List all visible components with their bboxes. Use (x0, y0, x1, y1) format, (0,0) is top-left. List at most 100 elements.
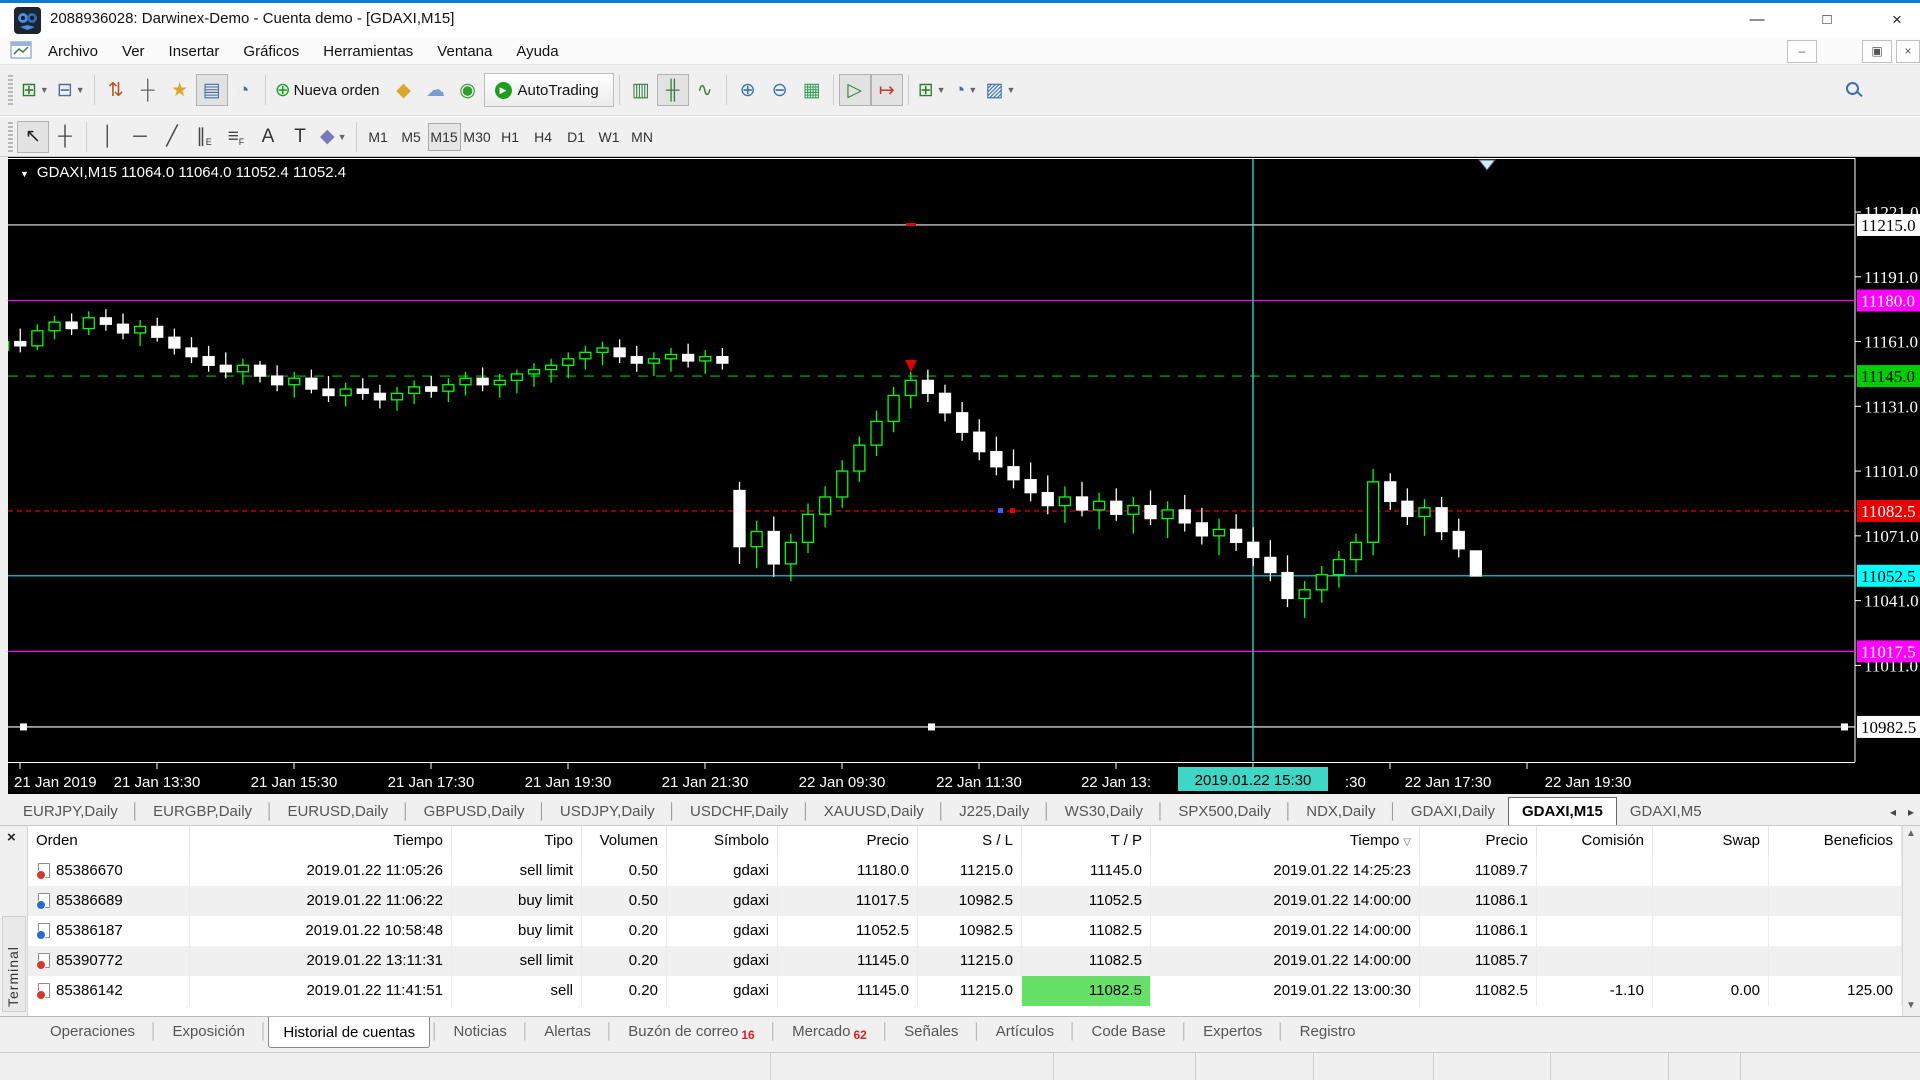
terminal-close-button[interactable]: × (7, 830, 23, 846)
column-header-tp[interactable]: T / P (1022, 826, 1151, 856)
market-watch-button[interactable]: ⇅ (100, 74, 132, 106)
navigator-button[interactable]: ★ (164, 74, 196, 106)
cursor-button[interactable]: ↖ (17, 121, 49, 153)
periods-button[interactable]: ◔▼ (950, 74, 982, 106)
line-chart-button[interactable]: ∿ (689, 74, 721, 106)
terminal-tab-buz-n-de-correo[interactable]: Buzón de correo16 (614, 1017, 768, 1048)
menu-ver[interactable]: Ver (110, 43, 157, 60)
window-maximize-button[interactable]: □ (1804, 3, 1850, 38)
menu-insertar[interactable]: Insertar (157, 43, 232, 60)
trendline-button[interactable]: ╱ (156, 121, 188, 153)
timeframe-h4-button[interactable]: H4 (527, 123, 560, 151)
column-header-time[interactable]: Tiempo (190, 826, 452, 856)
terminal-tab-registro[interactable]: Registro (1286, 1017, 1370, 1046)
chart-close-button[interactable]: × (1896, 40, 1920, 63)
new-order-button[interactable]: ⊕Nueva orden (271, 74, 388, 106)
menu-ayuda[interactable]: Ayuda (504, 43, 570, 60)
symbol-tab-eurgbp-daily[interactable]: EURGBP,Daily (140, 799, 265, 825)
text-label-button[interactable]: T (284, 121, 316, 153)
menu-gráficos[interactable]: Gráficos (231, 43, 311, 60)
candlestick-chart-button[interactable]: ╫ (657, 74, 689, 106)
autotrading-button[interactable]: ▶AutoTrading (484, 73, 614, 107)
terminal-tab-code-base[interactable]: Code Base (1078, 1017, 1180, 1046)
history-row-85386689[interactable]: 853866892019.01.22 11:06:22buy limit0.50… (28, 886, 1902, 916)
column-header-order[interactable]: Orden (28, 826, 190, 856)
menu-herramientas[interactable]: Herramientas (311, 43, 425, 60)
column-header-symbol[interactable]: Símbolo (667, 826, 778, 856)
symbol-tab-spx500-daily[interactable]: SPX500,Daily (1165, 799, 1284, 825)
column-header-time2[interactable]: Tiempo▽ (1151, 826, 1420, 856)
terminal-scrollbar[interactable] (1902, 826, 1920, 1016)
terminal-tab-se-ales[interactable]: Señales (890, 1017, 972, 1046)
chart-window[interactable]: 11221.011191.011161.011131.011101.011071… (0, 157, 1920, 794)
history-row-85386670[interactable]: 853866702019.01.22 11:05:26sell limit0.5… (28, 856, 1902, 886)
menu-archivo[interactable]: Archivo (36, 43, 110, 60)
symbol-tab-j225-daily[interactable]: J225,Daily (946, 799, 1042, 825)
column-header-profit[interactable]: Beneficios (1769, 826, 1902, 856)
column-header-type[interactable]: Tipo (452, 826, 582, 856)
zoom-in-button[interactable]: ⊕ (732, 74, 764, 106)
horizontal-line-button[interactable]: ─ (124, 121, 156, 153)
tabs-scroll-left-icon[interactable]: ◂ (1884, 801, 1902, 825)
timeframe-m1-button[interactable]: M1 (362, 123, 395, 151)
crosshair-button[interactable]: ┼ (49, 121, 81, 153)
symbol-tab-gdaxi-daily[interactable]: GDAXI,Daily (1398, 799, 1508, 825)
search-button[interactable] (1836, 72, 1868, 104)
vertical-line-button[interactable]: │ (92, 121, 124, 153)
terminal-button[interactable]: ▤ (196, 74, 228, 106)
strategy-tester-button[interactable]: ◔ (228, 74, 260, 106)
bar-chart-button[interactable]: ▥ (625, 74, 657, 106)
terminal-tab-expertos[interactable]: Expertos (1189, 1017, 1276, 1046)
symbol-tab-xauusd-daily[interactable]: XAUUSD,Daily (811, 799, 937, 825)
timeframe-mn-button[interactable]: MN (626, 123, 659, 151)
cloud-button[interactable]: ☁ (420, 74, 452, 106)
tile-windows-button[interactable]: ▦ (796, 74, 828, 106)
scroll-up-icon[interactable]: ▲ (1904, 828, 1918, 842)
column-header-price2[interactable]: Precio (1420, 826, 1537, 856)
tabs-scroll-right-icon[interactable]: ▸ (1902, 801, 1920, 825)
history-row-85386142[interactable]: 853861422019.01.22 11:41:51sell0.20gdaxi… (28, 976, 1902, 1006)
menu-ventana[interactable]: Ventana (425, 43, 504, 60)
terminal-tab-noticias[interactable]: Noticias (439, 1017, 520, 1046)
symbol-tab-eurjpy-daily[interactable]: EURJPY,Daily (10, 799, 131, 825)
equidistant-channel-button[interactable]: ∥E (188, 121, 220, 153)
chart-restore-button[interactable]: ▣ (1862, 40, 1892, 63)
zoom-out-button[interactable]: ⊖ (764, 74, 796, 106)
timeframe-m30-button[interactable]: M30 (461, 123, 494, 151)
notifications-button[interactable]: 1 (1878, 72, 1920, 104)
column-header-sl[interactable]: S / L (918, 826, 1022, 856)
timeframe-w1-button[interactable]: W1 (593, 123, 626, 151)
timeframe-h1-button[interactable]: H1 (494, 123, 527, 151)
templates-button[interactable]: ▨▼ (982, 74, 1020, 106)
profiles-button[interactable]: ⊟▼ (53, 74, 89, 106)
symbol-tab-usdchf-daily[interactable]: USDCHF,Daily (677, 799, 801, 825)
candlestick-chart[interactable]: 11221.011191.011161.011131.011101.011071… (8, 157, 1920, 794)
terminal-tab-exposici-n[interactable]: Exposición (158, 1017, 259, 1046)
timeframe-d1-button[interactable]: D1 (560, 123, 593, 151)
new-chart-button[interactable]: ⊞▼ (17, 74, 53, 106)
terminal-tab-historial-de-cuentas[interactable]: Historial de cuentas (268, 1017, 430, 1048)
symbol-tab-eurusd-daily[interactable]: EURUSD,Daily (274, 799, 401, 825)
symbol-tab-ws30-daily[interactable]: WS30,Daily (1052, 799, 1156, 825)
terminal-tab-art-culos[interactable]: Artículos (982, 1017, 1068, 1046)
window-minimize-button[interactable]: — (1734, 3, 1780, 38)
symbol-tab-gdaxi-m5[interactable]: GDAXI,M5 (1617, 799, 1715, 825)
chart-forward-button[interactable]: ▷ (839, 74, 871, 106)
indicators-button[interactable]: ⊞▼ (914, 74, 950, 106)
symbol-tab-gdaxi-m15[interactable]: GDAXI,M15 (1508, 797, 1617, 825)
text-button[interactable]: A (252, 121, 284, 153)
timeframe-m15-button[interactable]: M15 (428, 123, 461, 151)
arrows-tool-button[interactable]: ◆▼ (316, 121, 351, 153)
signals-button[interactable]: ◉ (452, 74, 484, 106)
symbol-tab-gbpusd-daily[interactable]: GBPUSD,Daily (411, 799, 538, 825)
terminal-tab-alertas[interactable]: Alertas (530, 1017, 605, 1046)
fibonacci-button[interactable]: ≡F (220, 121, 252, 153)
timeframe-m5-button[interactable]: M5 (395, 123, 428, 151)
symbol-tab-usdjpy-daily[interactable]: USDJPY,Daily (547, 799, 668, 825)
chart-shift-button[interactable]: ↦ (871, 74, 903, 106)
column-header-volume[interactable]: Volumen (582, 826, 667, 856)
history-row-85390772[interactable]: 853907722019.01.22 13:11:31sell limit0.2… (28, 946, 1902, 976)
history-row-85386187[interactable]: 853861872019.01.22 10:58:48buy limit0.20… (28, 916, 1902, 946)
scroll-down-icon[interactable]: ▼ (1904, 1000, 1918, 1014)
terminal-tab-mercado[interactable]: Mercado62 (778, 1017, 881, 1048)
